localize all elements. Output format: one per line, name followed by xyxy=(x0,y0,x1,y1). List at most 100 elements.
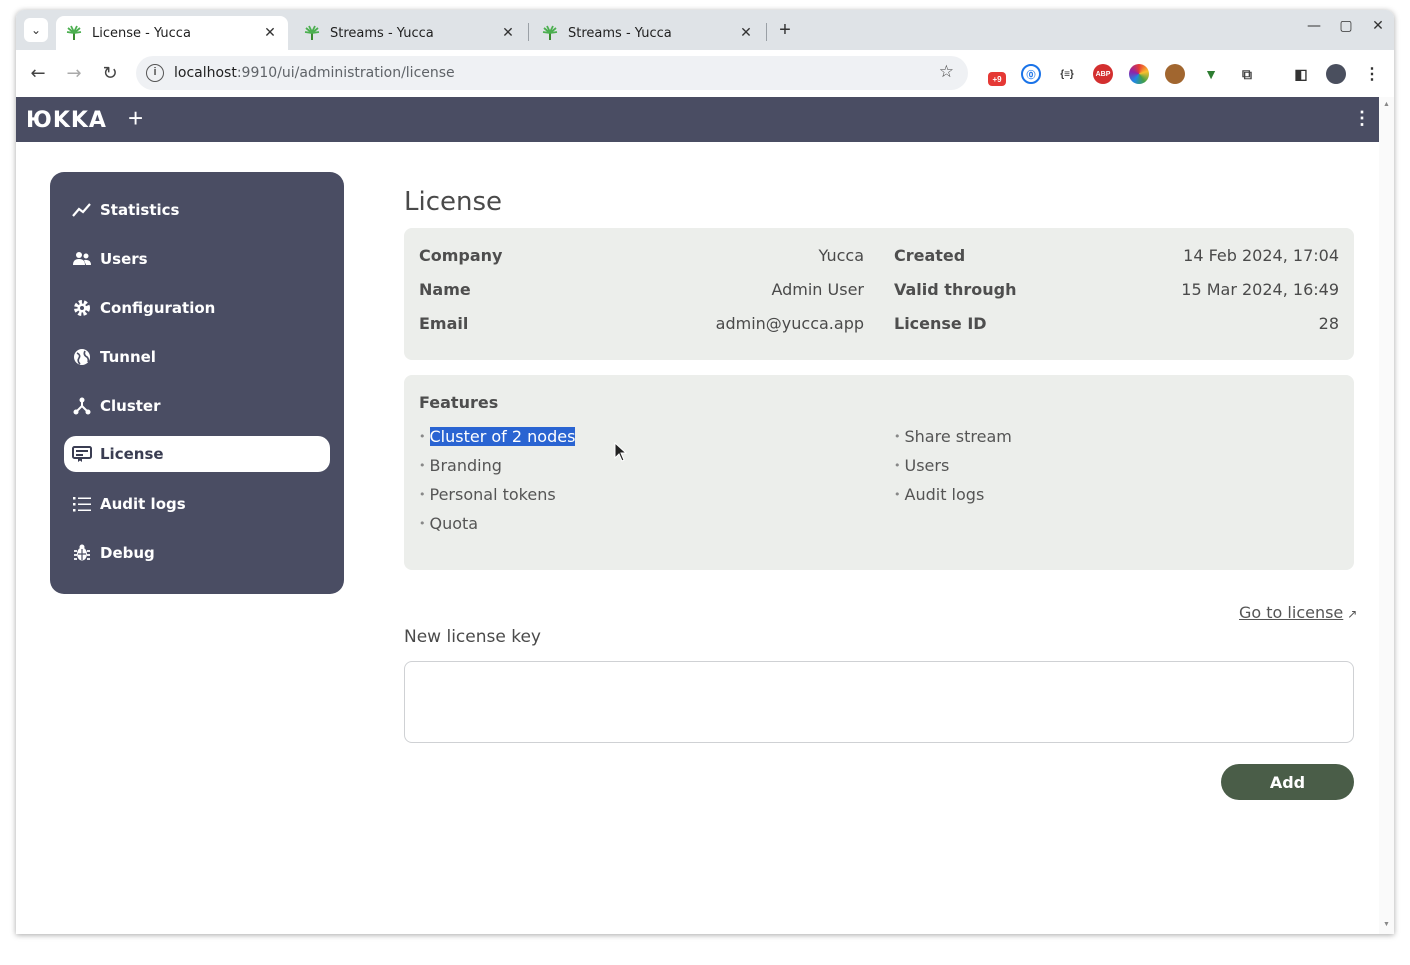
new-license-key-label: New license key xyxy=(404,627,541,647)
extension-badge-icon[interactable]: +9 xyxy=(988,72,1006,86)
tab-title: Streams - Yucca xyxy=(330,25,434,41)
new-tab-button[interactable]: + xyxy=(774,20,796,42)
valid-through-label: Valid through xyxy=(894,280,1017,299)
close-tab-icon[interactable]: ✕ xyxy=(500,25,516,41)
license-id-label: License ID xyxy=(894,314,987,333)
browser-window: ⌄ License - Yucca ✕ Streams - Yucca ✕ St… xyxy=(16,10,1394,934)
tab-title: Streams - Yucca xyxy=(568,25,672,41)
vue-devtools-icon[interactable]: ▼ xyxy=(1201,64,1221,84)
app-header: ЮKKA + ⋮ xyxy=(16,97,1379,142)
url-text[interactable]: localhost:9910/ui/administration/license xyxy=(174,65,455,81)
company-value: Yucca xyxy=(818,246,864,265)
profile-avatar-icon[interactable] xyxy=(1326,64,1346,84)
back-icon[interactable]: ← xyxy=(26,62,50,86)
sidebar-item-label: Audit logs xyxy=(100,495,186,513)
close-tab-icon[interactable]: ✕ xyxy=(738,25,754,41)
close-tab-icon[interactable]: ✕ xyxy=(262,25,278,41)
tab-separator xyxy=(766,23,767,41)
sidebar-item-label: Debug xyxy=(100,544,155,562)
sidebar-item-label: Tunnel xyxy=(100,348,156,366)
feature-item: • Audit logs xyxy=(894,485,985,504)
mouse-cursor-icon xyxy=(614,442,628,462)
page-content: ЮKKA + ⋮ Statistics Users Configuration … xyxy=(16,97,1379,934)
sidebar-item-users[interactable]: Users xyxy=(64,241,330,277)
features-title: Features xyxy=(419,393,499,412)
sidebar-item-statistics[interactable]: Statistics xyxy=(64,192,330,228)
bug-icon xyxy=(72,543,92,563)
side-panel-icon[interactable]: ◧ xyxy=(1291,64,1311,84)
external-link-icon: ↗ xyxy=(1347,607,1358,621)
yucca-favicon-icon xyxy=(66,25,82,41)
feature-item: • Personal tokens xyxy=(419,485,556,504)
sidebar-item-label: License xyxy=(100,445,164,463)
forward-icon[interactable]: → xyxy=(62,62,86,86)
email-value: admin@yucca.app xyxy=(715,314,864,333)
sidebar-item-configuration[interactable]: Configuration xyxy=(64,290,330,326)
feature-item: • Share stream xyxy=(894,427,1012,446)
admin-sidebar: Statistics Users Configuration Tunnel Cl… xyxy=(50,172,344,594)
site-info-icon[interactable]: i xyxy=(146,64,164,82)
password-manager-icon[interactable]: ⓪ xyxy=(1021,64,1041,84)
sidebar-item-license[interactable]: License xyxy=(64,436,330,472)
go-to-license-link[interactable]: Go to license ↗ xyxy=(1239,603,1357,622)
cluster-icon xyxy=(72,396,92,416)
maximize-icon[interactable]: ▢ xyxy=(1334,18,1358,34)
feature-item: • Users xyxy=(894,456,950,475)
close-window-icon[interactable]: ✕ xyxy=(1366,18,1390,34)
company-label: Company xyxy=(419,246,503,265)
tab-strip: ⌄ License - Yucca ✕ Streams - Yucca ✕ St… xyxy=(16,10,1394,50)
gear-icon xyxy=(72,298,92,318)
license-info-card: Company Yucca Name Admin User Email admi… xyxy=(404,228,1354,360)
created-label: Created xyxy=(894,246,966,265)
add-icon[interactable]: + xyxy=(128,105,143,131)
tab-streams-2[interactable]: Streams - Yucca ✕ xyxy=(532,16,764,50)
feature-item: • Quota xyxy=(419,514,479,533)
sidebar-item-tunnel[interactable]: Tunnel xyxy=(64,339,330,375)
sidebar-item-label: Cluster xyxy=(100,397,161,415)
bookmark-star-icon[interactable]: ☆ xyxy=(939,62,954,82)
page-scrollbar[interactable]: ▲ ▼ xyxy=(1379,97,1394,934)
app-menu-icon[interactable]: ⋮ xyxy=(1353,109,1371,127)
list-icon xyxy=(72,494,92,514)
sidebar-item-cluster[interactable]: Cluster xyxy=(64,388,330,424)
extensions-puzzle-icon[interactable]: ⧉ xyxy=(1237,64,1257,84)
yucca-favicon-icon xyxy=(304,25,320,41)
name-value: Admin User xyxy=(771,280,864,299)
license-icon xyxy=(72,444,92,464)
name-label: Name xyxy=(419,280,471,299)
sidebar-item-label: Configuration xyxy=(100,299,216,317)
tab-search-button[interactable]: ⌄ xyxy=(24,18,48,42)
users-icon xyxy=(72,249,92,269)
yucca-favicon-icon xyxy=(542,25,558,41)
feature-item: • Branding xyxy=(419,456,502,475)
license-id-value: 28 xyxy=(1318,314,1339,333)
tab-license[interactable]: License - Yucca ✕ xyxy=(56,16,288,50)
sidebar-item-debug[interactable]: Debug xyxy=(64,535,330,571)
created-value: 14 Feb 2024, 17:04 xyxy=(1183,246,1339,265)
valid-through-value: 15 Mar 2024, 16:49 xyxy=(1181,280,1339,299)
chart-line-icon xyxy=(72,200,92,220)
sidebar-item-audit-logs[interactable]: Audit logs xyxy=(64,486,330,522)
scroll-up-icon[interactable]: ▲ xyxy=(1383,101,1390,108)
scroll-down-icon[interactable]: ▼ xyxy=(1383,921,1390,928)
add-button[interactable]: Add xyxy=(1221,764,1354,800)
address-bar[interactable]: i localhost:9910/ui/administration/licen… xyxy=(136,56,968,90)
tab-title: License - Yucca xyxy=(92,25,191,41)
browser-toolbar: ← → ↻ i localhost:9910/ui/administration… xyxy=(16,50,1394,97)
browser-menu-icon[interactable]: ⋮ xyxy=(1362,64,1382,84)
sidebar-item-label: Users xyxy=(100,250,148,268)
sidebar-item-label: Statistics xyxy=(100,201,180,219)
yukka-logo[interactable]: ЮKKA xyxy=(26,108,107,133)
globe-icon xyxy=(72,347,92,367)
color-picker-icon[interactable] xyxy=(1129,64,1149,84)
adblock-icon[interactable]: ABP xyxy=(1093,64,1113,84)
tab-streams-1[interactable]: Streams - Yucca ✕ xyxy=(294,16,526,50)
page-title: License xyxy=(404,187,503,217)
json-viewer-icon[interactable]: {≡} xyxy=(1057,64,1077,84)
tab-separator xyxy=(528,23,529,41)
features-card: Features • Cluster of 2 nodes • Branding •… xyxy=(404,375,1354,570)
reload-icon[interactable]: ↻ xyxy=(98,62,122,86)
new-license-key-input[interactable] xyxy=(404,661,1354,743)
minimize-icon[interactable]: — xyxy=(1302,18,1326,34)
cookie-icon[interactable] xyxy=(1165,64,1185,84)
